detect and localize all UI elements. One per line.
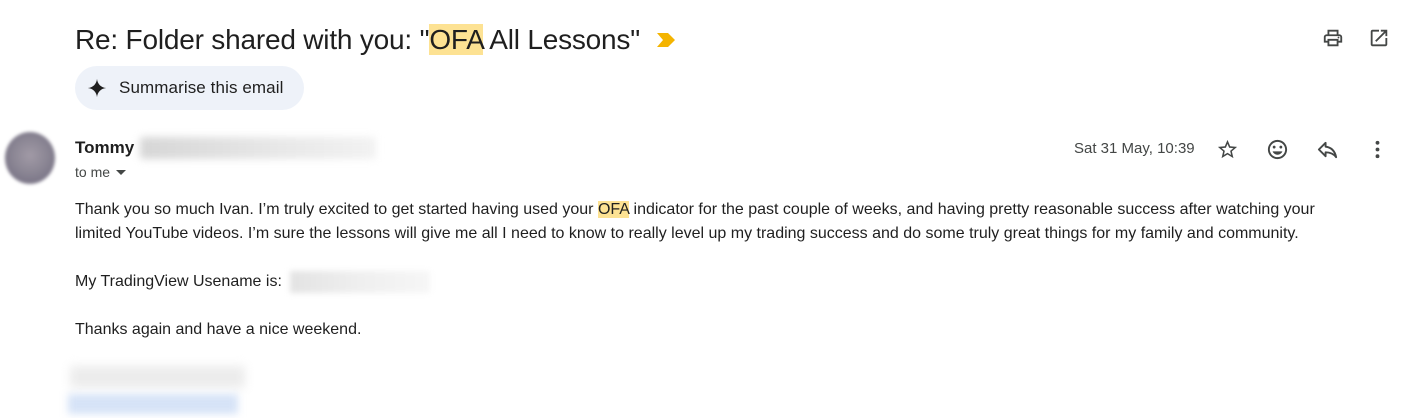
star-button[interactable] — [1215, 137, 1239, 161]
body-paragraph-2: My TradingView Usename is: — [75, 270, 1365, 294]
star-icon — [1217, 139, 1237, 158]
sparkle-icon — [87, 78, 107, 98]
subject-row: Re: Folder shared with you: "OFA All Les… — [75, 20, 675, 60]
sender-row: Tommy — [75, 137, 377, 159]
subject-highlight: OFA — [429, 24, 484, 55]
reply-icon — [1317, 141, 1337, 158]
body-paragraph-3: Thanks again and have a nice weekend. — [75, 321, 362, 338]
email-subject: Re: Folder shared with you: "OFA All Les… — [75, 24, 640, 55]
avatar[interactable] — [5, 132, 55, 184]
body-paragraph-1: Thank you so much Ivan. I’m truly excite… — [75, 201, 1315, 242]
more-vert-icon — [1375, 140, 1379, 158]
open-in-new-window-button[interactable] — [1367, 26, 1391, 50]
message-date: Sat 31 May, 10:39 — [1074, 140, 1195, 157]
to-me-label: to me — [75, 164, 111, 180]
print-icon — [1323, 29, 1343, 47]
sender-name[interactable]: Tommy — [75, 138, 134, 158]
open-in-new-icon — [1370, 29, 1388, 47]
recipients-toggle[interactable]: to me — [75, 164, 127, 180]
important-marker-icon[interactable] — [656, 33, 675, 47]
subject-actions — [1321, 26, 1391, 50]
sender-email-redacted — [140, 137, 377, 159]
message-actions — [1215, 137, 1389, 161]
more-options-button[interactable] — [1365, 137, 1389, 161]
chevron-down-icon — [116, 169, 127, 175]
message-body: Thank you so much Ivan. I’m truly excite… — [75, 198, 1365, 342]
signature-redacted — [70, 366, 245, 388]
add-reaction-button[interactable] — [1265, 137, 1289, 161]
signature-link-redacted — [68, 394, 238, 414]
username-redacted — [290, 270, 431, 293]
print-button[interactable] — [1321, 26, 1345, 50]
body-highlight: OFA — [597, 201, 630, 218]
summarise-email-button[interactable]: Summarise this email — [75, 66, 304, 110]
summarise-label: Summarise this email — [119, 78, 284, 97]
emoji-icon — [1267, 139, 1287, 159]
reply-button[interactable] — [1315, 137, 1339, 161]
